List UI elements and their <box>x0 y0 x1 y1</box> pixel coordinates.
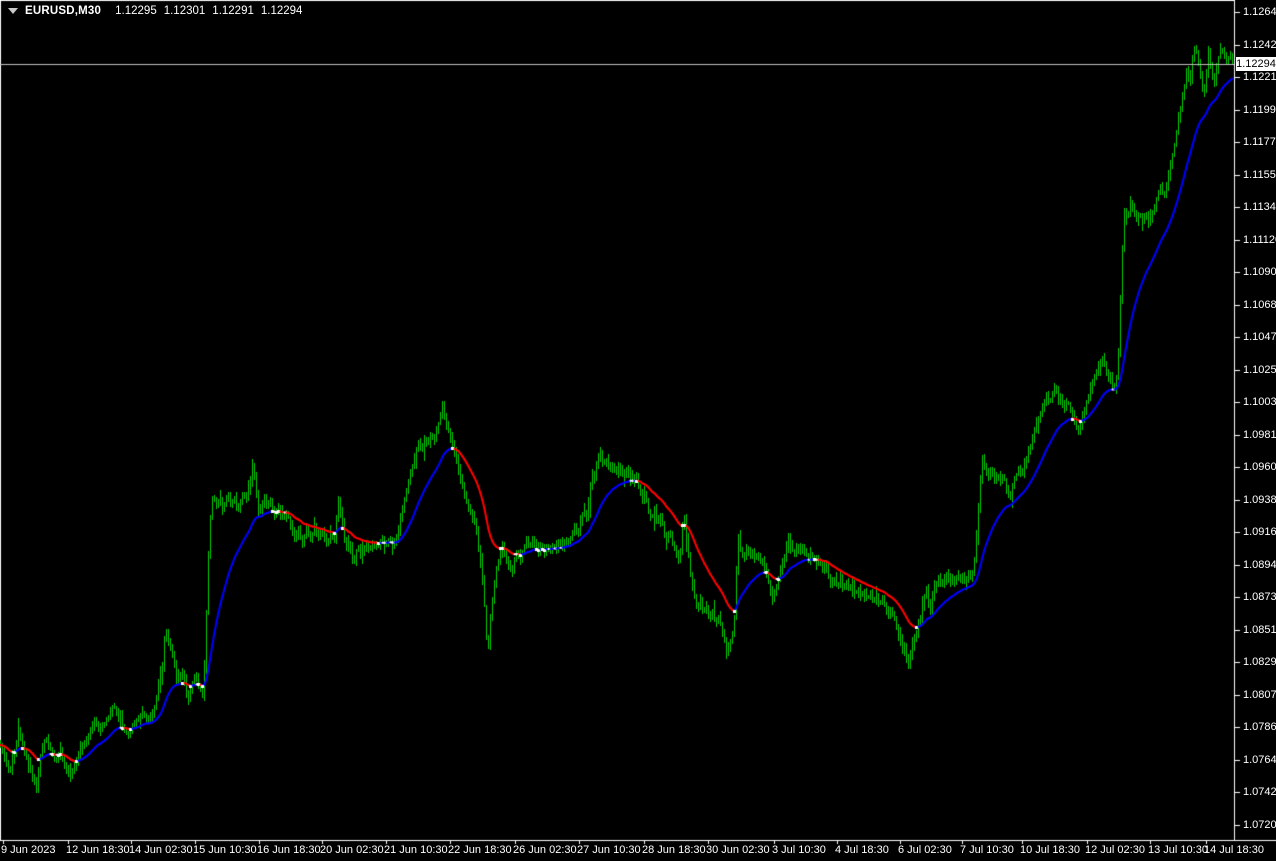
time-tick-label: 21 Jun 10:30 <box>384 844 448 856</box>
time-tick-label: 7 Jul 10:30 <box>960 844 1014 856</box>
price-tick-label: 1.08945 <box>1243 559 1276 571</box>
price-chart-canvas[interactable] <box>0 0 1276 861</box>
price-tick-label: 1.11120 <box>1243 234 1276 246</box>
time-tick-label: 22 Jun 18:30 <box>448 844 512 856</box>
price-tick-label: 1.11775 <box>1243 136 1276 148</box>
chart-marker-icon <box>8 8 18 14</box>
chart-title: EURUSD,M30 1.12295 1.12301 1.12291 1.122… <box>8 5 302 17</box>
price-tick-label: 1.11555 <box>1243 169 1276 181</box>
time-tick-label: 12 Jul 02:30 <box>1085 844 1145 856</box>
quote-low: 1.12291 <box>212 5 254 17</box>
time-tick-label: 16 Jun 18:30 <box>257 844 321 856</box>
time-tick-label: 30 Jun 02:30 <box>706 844 770 856</box>
price-tick-label: 1.10250 <box>1243 364 1276 376</box>
price-tick-label: 1.09600 <box>1243 461 1276 473</box>
price-tick-label: 1.10035 <box>1243 396 1276 408</box>
price-tick-label: 1.07860 <box>1243 721 1276 733</box>
time-tick-label: 9 Jun 2023 <box>1 844 56 856</box>
time-tick-label: 15 Jun 10:30 <box>193 844 257 856</box>
price-tick-label: 1.10685 <box>1243 299 1276 311</box>
price-tick-label: 1.11340 <box>1243 201 1276 213</box>
time-tick-label: 10 Jul 18:30 <box>1020 844 1080 856</box>
time-tick-label: 4 Jul 18:30 <box>835 844 889 856</box>
quote-close: 1.12294 <box>260 5 303 17</box>
time-tick-label: 20 Jun 02:30 <box>320 844 384 856</box>
price-tick-label: 1.08295 <box>1243 656 1276 668</box>
time-tick-label: 3 Jul 10:30 <box>772 844 826 856</box>
quote-high: 1.12301 <box>163 5 206 17</box>
price-tick-label: 1.09380 <box>1243 494 1276 506</box>
quote-open: 1.12295 <box>115 5 157 17</box>
current-price-value: 1.12294 <box>1236 58 1276 70</box>
time-tick-label: 26 Jun 02:30 <box>513 844 577 856</box>
chart-window: EURUSD,M30 1.12295 1.12301 1.12291 1.122… <box>0 0 1276 861</box>
price-tick-label: 1.08730 <box>1243 591 1276 603</box>
price-tick-label: 1.11990 <box>1243 104 1276 116</box>
current-price-label: 1.12294 <box>1236 57 1276 71</box>
time-tick-label: 28 Jun 18:30 <box>642 844 706 856</box>
time-tick-label: 12 Jun 18:30 <box>66 844 130 856</box>
price-tick-label: 1.12210 <box>1243 71 1276 83</box>
price-tick-label: 1.08075 <box>1243 689 1276 701</box>
price-tick-label: 1.09165 <box>1243 526 1276 538</box>
price-tick-label: 1.08510 <box>1243 624 1276 636</box>
price-tick-label: 1.12645 <box>1243 6 1276 18</box>
time-tick-label: 14 Jun 02:30 <box>129 844 193 856</box>
time-tick-label: 27 Jun 10:30 <box>577 844 641 856</box>
price-tick-label: 1.07425 <box>1243 786 1276 798</box>
time-tick-label: 13 Jul 10:30 <box>1148 844 1208 856</box>
price-tick-label: 1.07205 <box>1243 819 1276 831</box>
price-tick-label: 1.12425 <box>1243 39 1276 51</box>
symbol-label: EURUSD,M30 <box>25 5 102 17</box>
price-tick-label: 1.10905 <box>1243 266 1276 278</box>
price-tick-label: 1.07640 <box>1243 754 1276 766</box>
price-tick-label: 1.09815 <box>1243 429 1276 441</box>
price-tick-label: 1.10470 <box>1243 331 1276 343</box>
time-tick-label: 6 Jul 02:30 <box>898 844 952 856</box>
time-tick-label: 14 Jul 18:30 <box>1204 844 1264 856</box>
